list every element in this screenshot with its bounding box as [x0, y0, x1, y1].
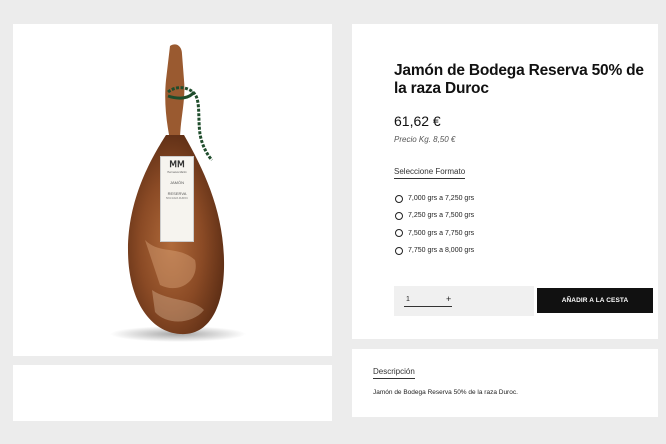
unit-price: Precio Kg. 8,50 € — [394, 135, 456, 144]
format-option-label: 7,250 grs a 7,500 grs — [408, 212, 475, 220]
radio-icon[interactable] — [395, 211, 403, 220]
format-option-label: 7,750 grs a 8,000 grs — [408, 247, 475, 255]
format-option[interactable]: 7,000 grs a 7,250 grs — [395, 190, 474, 207]
quantity-underline — [404, 306, 452, 307]
quantity-input[interactable]: 1 — [406, 296, 410, 303]
brand-logo-icon: ⅯⅯ — [169, 159, 185, 169]
format-option-label: 7,000 grs a 7,250 grs — [408, 195, 475, 203]
quantity-plus-button[interactable]: + — [446, 294, 451, 304]
product-title: Jamón de Bodega Reserva 50% de la raza D… — [394, 62, 644, 97]
format-option[interactable]: 7,750 grs a 8,000 grs — [395, 242, 474, 259]
description-panel — [352, 349, 658, 417]
format-options: 7,000 grs a 7,250 grs 7,250 grs a 7,500 … — [395, 190, 474, 259]
label-duroc: 50% RAZA DUROC — [165, 197, 189, 200]
format-option[interactable]: 7,250 grs a 7,500 grs — [395, 207, 474, 224]
add-to-cart-button[interactable]: AÑADIR A LA CESTA — [537, 288, 653, 313]
format-option[interactable]: 7,500 grs a 7,750 grs — [395, 225, 474, 242]
product-label-tag: ⅯⅯ Hermanos Martín JAMÓN RESERVA 50% RAZ… — [160, 156, 194, 242]
quantity-stepper: 1 + — [394, 286, 534, 316]
format-option-label: 7,500 grs a 7,750 grs — [408, 229, 475, 237]
radio-icon[interactable] — [395, 246, 403, 255]
ham-shank — [165, 44, 185, 140]
radio-icon[interactable] — [395, 194, 403, 203]
description-text: Jamón de Bodega Reserva 50% de la raza D… — [373, 389, 518, 396]
thumbnail-panel — [13, 365, 332, 421]
label-reserva: RESERVA — [167, 191, 187, 196]
label-jamon: JAMÓN — [170, 180, 184, 185]
product-price: 61,62 € — [394, 113, 441, 129]
description-tab[interactable]: Descripción — [373, 367, 415, 379]
label-brand: Hermanos Martín — [167, 171, 187, 174]
format-label: Seleccione Formato — [394, 167, 466, 179]
radio-icon[interactable] — [395, 229, 403, 238]
